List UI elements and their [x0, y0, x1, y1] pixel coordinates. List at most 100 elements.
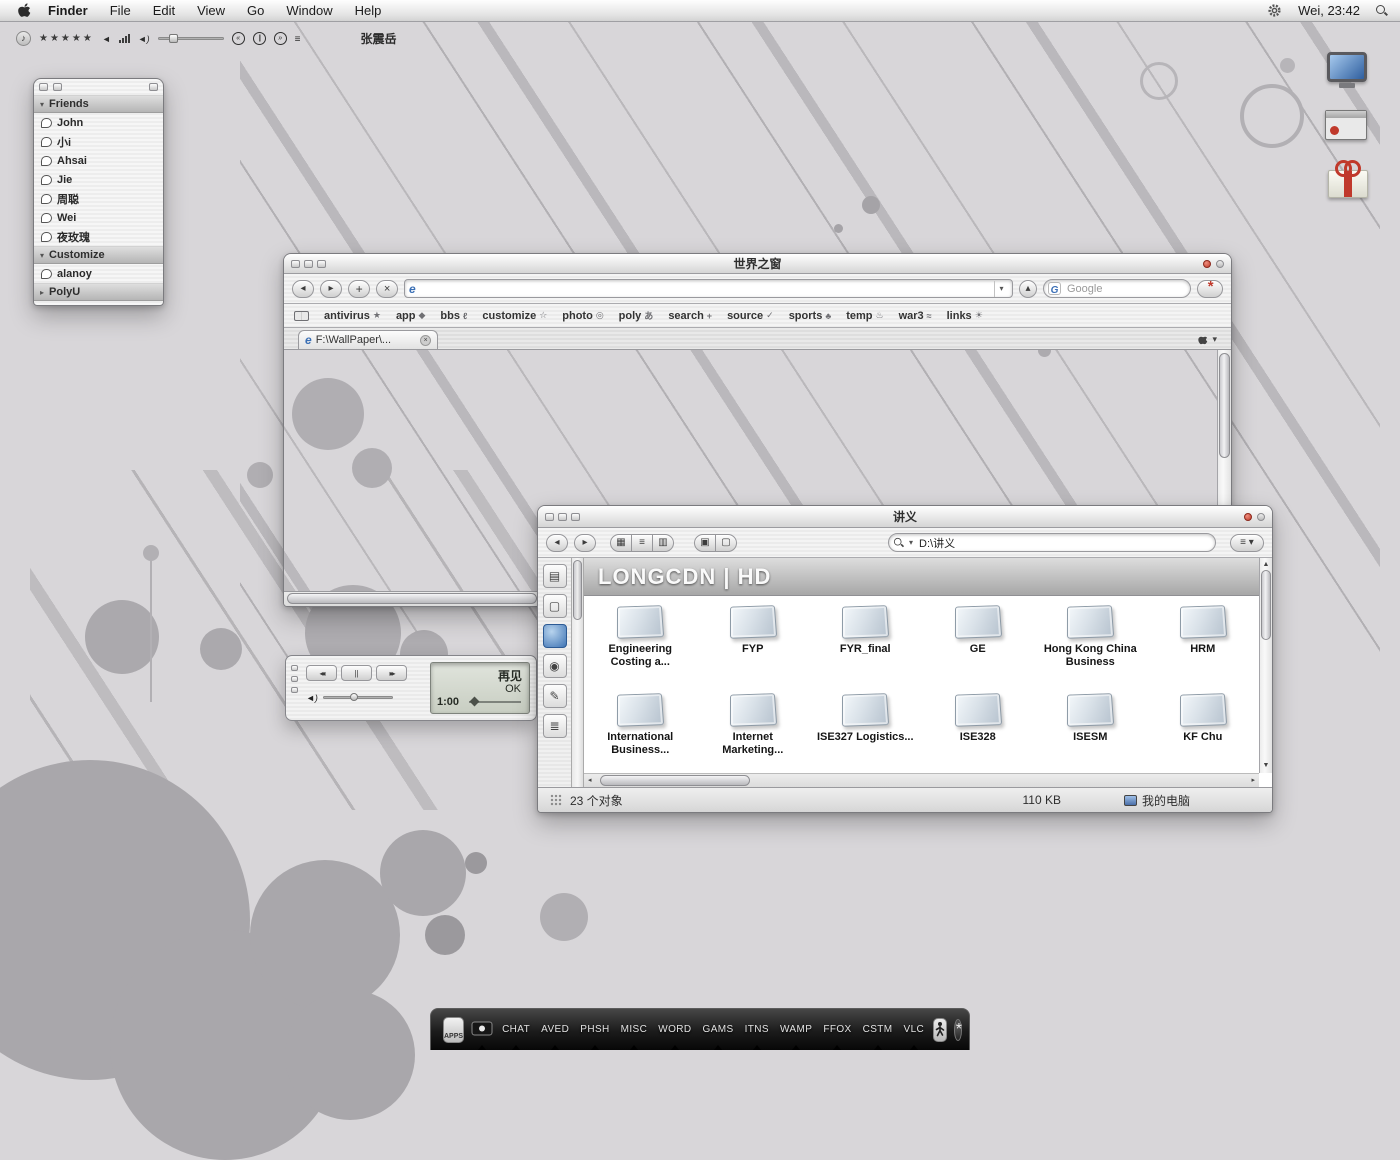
sidebar-scrollbar[interactable] — [572, 558, 584, 787]
bookmark-item[interactable]: links ☀ — [947, 310, 983, 322]
menu-item-help[interactable]: Help — [344, 3, 393, 18]
file-manager-titlebar[interactable]: 讲义 — [538, 506, 1272, 528]
dock-item[interactable]: ITNS — [743, 1009, 771, 1050]
volume-slider[interactable] — [158, 37, 224, 40]
volume-slider-thumb[interactable] — [169, 34, 178, 43]
scrollbar-thumb[interactable] — [573, 560, 582, 620]
fast-forward-button[interactable] — [376, 665, 407, 681]
folder-item[interactable]: KF Chu — [1147, 688, 1260, 773]
bookmark-item[interactable]: search + — [668, 310, 712, 322]
menu-clock[interactable]: Wei, 23:42 — [1298, 3, 1360, 18]
chevron-down-icon[interactable] — [909, 538, 913, 547]
dock-item[interactable]: CSTM — [861, 1009, 895, 1050]
music-note-icon[interactable] — [16, 31, 31, 46]
network-globe-icon[interactable] — [543, 624, 567, 648]
volume-down-icon[interactable] — [102, 29, 111, 47]
boss-key-button[interactable] — [1197, 280, 1223, 298]
gear-menu-icon[interactable] — [1267, 3, 1282, 18]
buddy-window-titlebar[interactable] — [34, 79, 163, 95]
menu-item-file[interactable]: File — [99, 3, 142, 18]
back-button[interactable] — [292, 280, 314, 298]
spotlight-search-icon[interactable] — [1376, 5, 1388, 17]
path-input[interactable] — [917, 536, 1211, 550]
rewind-button[interactable] — [306, 665, 337, 681]
disc-icon[interactable] — [543, 654, 567, 678]
column-view-button[interactable] — [652, 534, 674, 552]
window-button[interactable] — [317, 260, 326, 268]
pause-button[interactable] — [341, 665, 372, 681]
address-input[interactable] — [420, 282, 990, 296]
dock-item[interactable]: WAMP — [778, 1009, 814, 1050]
forward-button[interactable] — [574, 534, 596, 552]
buddy-row[interactable]: Ahsai — [34, 151, 163, 170]
back-button[interactable] — [546, 534, 568, 552]
bookmarks-book-icon[interactable] — [294, 311, 309, 321]
icon-view-button[interactable] — [610, 534, 632, 552]
desktop-icon-theme[interactable] — [1321, 110, 1371, 140]
dock-item[interactable]: WORD — [656, 1009, 693, 1050]
folder-item[interactable]: ISE328 — [922, 688, 1035, 773]
scrollbar-thumb[interactable] — [600, 775, 750, 786]
player-volume-slider[interactable] — [323, 696, 393, 699]
bookmark-item[interactable]: bbs ℓ — [440, 310, 467, 322]
scroll-left-arrow[interactable] — [588, 774, 592, 787]
scrollbar-thumb[interactable] — [287, 593, 537, 604]
previous-track-button[interactable] — [232, 32, 245, 45]
drive-icon[interactable] — [543, 564, 567, 588]
folder-item[interactable]: ISESM — [1034, 688, 1147, 773]
path-search-field[interactable] — [888, 533, 1216, 552]
menu-item-finder[interactable]: Finder — [37, 3, 99, 18]
bookmark-item[interactable]: antivirus ★ — [324, 310, 381, 322]
list-view-button[interactable] — [631, 534, 653, 552]
resize-grip[interactable] — [550, 794, 562, 806]
google-search-field[interactable] — [1043, 279, 1191, 298]
bookmark-item[interactable]: poly あ — [619, 309, 654, 322]
bookmark-item[interactable]: app ◆ — [396, 310, 425, 322]
window-button[interactable] — [149, 83, 158, 91]
progress-slider[interactable] — [469, 701, 521, 703]
folder-item[interactable]: Hong Kong China Business — [1034, 600, 1147, 688]
stack-icon[interactable] — [543, 714, 567, 738]
folder-item[interactable]: Internet Marketing... — [697, 688, 810, 773]
address-bar[interactable] — [404, 279, 1013, 298]
buddy-row[interactable]: 夜玫瑰 — [34, 227, 163, 246]
folder-item[interactable]: HRM — [1147, 600, 1260, 688]
desktop-icon-computer[interactable] — [1322, 52, 1372, 88]
collapse-toolbar-button[interactable] — [1019, 280, 1037, 298]
window-menu-icon[interactable] — [1257, 513, 1265, 521]
buddy-row[interactable]: alanoy — [34, 264, 163, 283]
dock-item-apps[interactable]: APPS — [443, 1017, 464, 1043]
dock-item[interactable]: GAMS — [701, 1009, 736, 1050]
dock-item-walker[interactable] — [933, 1018, 947, 1042]
bookmark-item[interactable]: source ✓ — [727, 310, 774, 322]
window-button[interactable] — [558, 513, 567, 521]
folder-item[interactable]: FYR_final — [809, 600, 922, 688]
hide-panel-button[interactable] — [715, 534, 737, 552]
bookmark-item[interactable]: war3 ≈ — [899, 310, 932, 322]
dock-item[interactable]: MISC — [619, 1009, 650, 1050]
window-button[interactable] — [571, 513, 580, 521]
buddy-group-friends[interactable]: Friends — [34, 95, 163, 113]
buddy-row[interactable]: Jie — [34, 170, 163, 189]
progress-thumb[interactable] — [470, 697, 480, 707]
folder-item[interactable]: GE — [922, 600, 1035, 688]
menu-item-window[interactable]: Window — [275, 3, 343, 18]
dock-item[interactable]: CHAT — [500, 1009, 532, 1050]
bookmark-item[interactable]: temp ♨ — [846, 310, 883, 322]
horizontal-scrollbar[interactable] — [584, 773, 1259, 787]
window-button[interactable] — [291, 260, 300, 268]
track-rating[interactable]: ★★★★★ — [39, 33, 94, 44]
bookmark-item[interactable]: customize ☆ — [482, 310, 547, 322]
window-button[interactable] — [545, 513, 554, 521]
buddy-row[interactable]: 周聪 — [34, 189, 163, 208]
close-icon[interactable] — [1244, 513, 1252, 521]
editor-pen-icon[interactable] — [543, 684, 567, 708]
scrollbar-thumb[interactable] — [1261, 570, 1271, 640]
scroll-down-arrow[interactable] — [1260, 761, 1272, 771]
window-button[interactable] — [291, 665, 298, 671]
dock-item[interactable]: VLC — [902, 1009, 927, 1050]
close-icon[interactable] — [1203, 260, 1211, 268]
google-search-input[interactable] — [1065, 282, 1186, 296]
dock-item-tv[interactable] — [471, 1009, 493, 1050]
dock-star-button[interactable] — [954, 1019, 962, 1041]
